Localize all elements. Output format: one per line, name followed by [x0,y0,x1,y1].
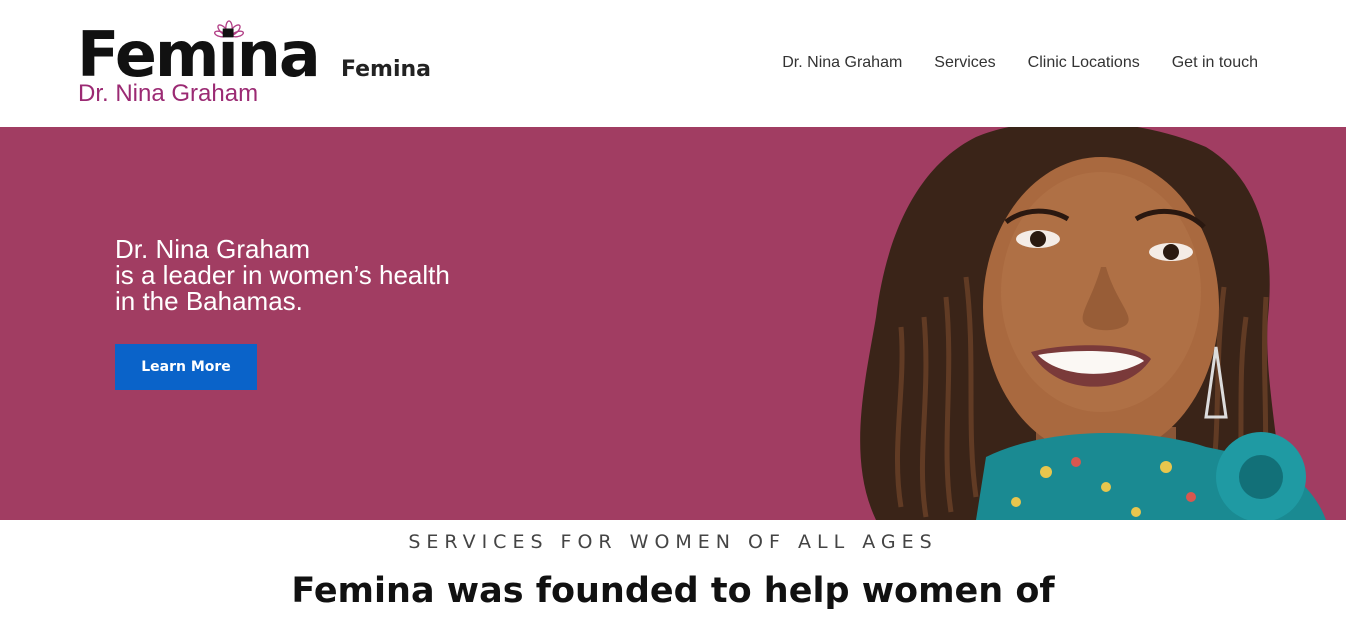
nav-link-services[interactable]: Services [934,53,995,73]
section-heading: Femina was founded to help women of [291,571,1055,611]
hero-banner: Dr. Nina Graham is a leader in women’s h… [0,127,1346,520]
hero-line-1: Dr. Nina Graham [115,234,311,264]
site-logo[interactable]: Femina Dr. Nina Graham [77,18,327,110]
section-eyebrow: SERVICES FOR WOMEN OF ALL AGES [408,531,938,553]
doctor-portrait-image [860,127,1326,520]
hero-headline: Dr. Nina Graham is a leader in women’s h… [115,236,450,314]
site-header: Femina Dr. Nina Graham Femina Dr. Nina G… [0,0,1346,127]
hero-line-2: is a leader in women’s health [115,260,450,290]
hero-line-3: in the Bahamas. [115,286,303,316]
site-name[interactable]: Femina [341,59,431,81]
logo-wordmark: Femina [77,18,321,91]
learn-more-button[interactable]: Learn More [115,344,257,390]
nav-link-dr-nina-graham[interactable]: Dr. Nina Graham [782,53,902,73]
logo-subtitle: Dr. Nina Graham [78,80,259,107]
nav-link-get-in-touch[interactable]: Get in touch [1172,53,1258,73]
nav-link-clinic-locations[interactable]: Clinic Locations [1028,53,1140,73]
main-nav: Dr. Nina Graham Services Clinic Location… [782,53,1258,73]
